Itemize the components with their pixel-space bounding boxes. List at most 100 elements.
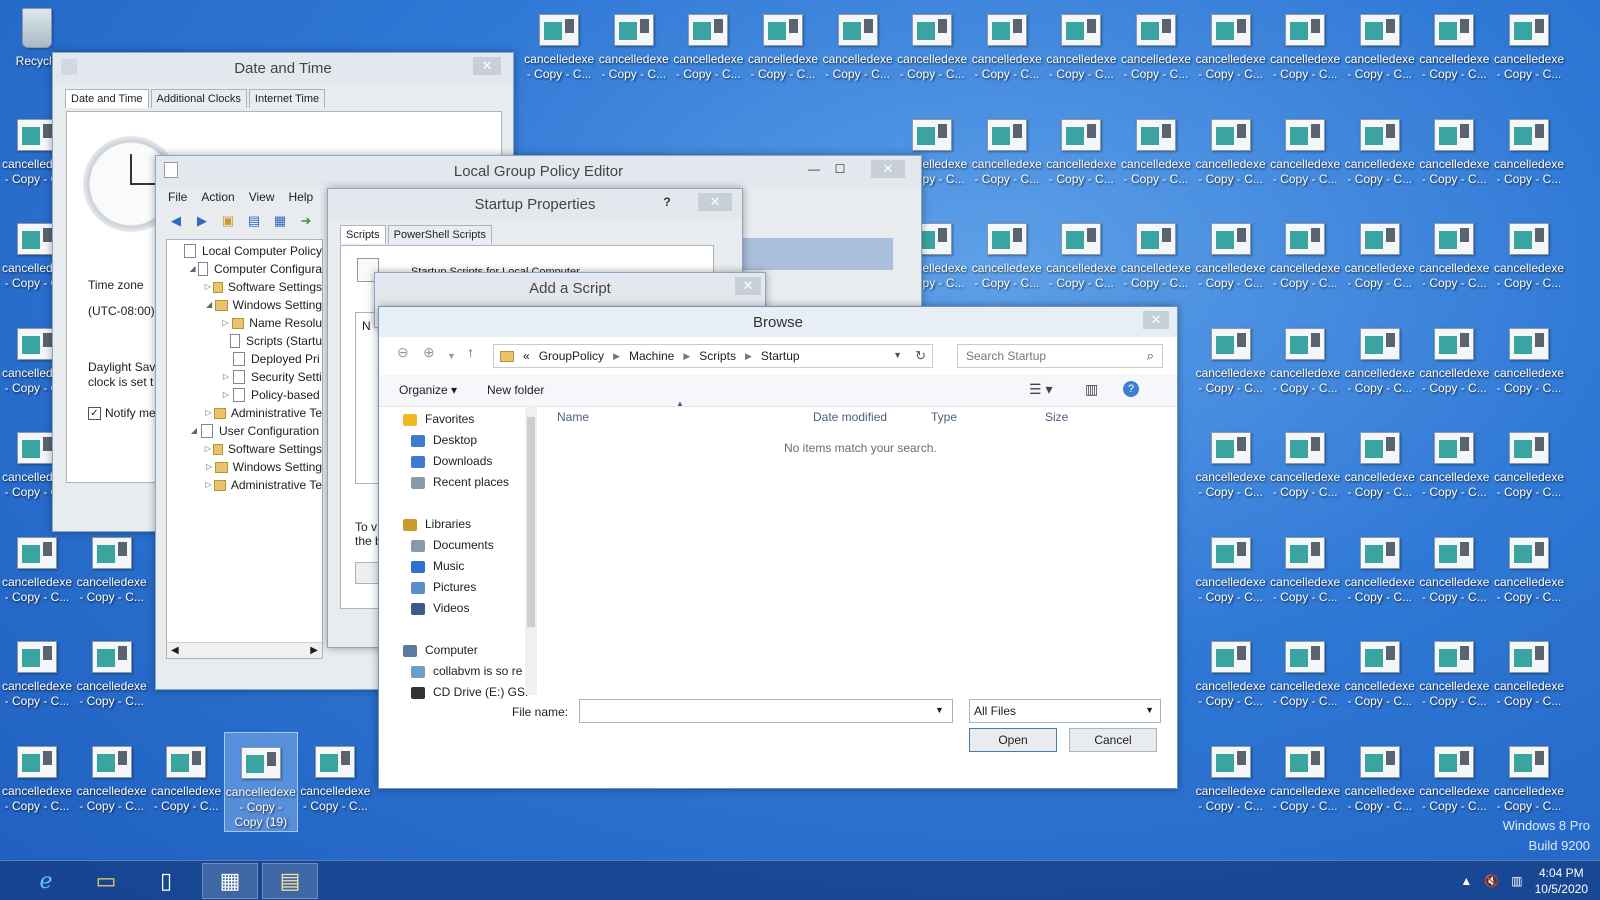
desktop-shortcut[interactable]: cancelledexe - Copy - C...: [1194, 0, 1268, 100]
desktop-shortcut[interactable]: cancelledexe - Copy - C...: [1417, 732, 1491, 832]
expand-toggle-icon[interactable]: ▷: [203, 404, 214, 422]
help-button[interactable]: ?: [656, 193, 678, 211]
desktop-shortcut[interactable]: cancelledexe - Copy - Copy (19): [223, 731, 298, 832]
desktop-shortcut[interactable]: cancelledexe - Copy - C...: [0, 523, 74, 623]
desktop-shortcut[interactable]: cancelledexe - Copy - C...: [1343, 105, 1417, 205]
close-button[interactable]: ✕: [473, 57, 501, 75]
up-folder-icon[interactable]: ▣: [218, 212, 238, 230]
scrollbar-thumb[interactable]: [527, 417, 535, 627]
tab-scripts[interactable]: Scripts: [340, 225, 386, 244]
desktop-shortcut[interactable]: cancelledexe - Copy - C...: [1194, 523, 1268, 623]
desktop-shortcut[interactable]: cancelledexe - Copy - C...: [1194, 314, 1268, 414]
tree-item[interactable]: Local Computer Policy: [167, 242, 322, 260]
nav-item[interactable]: CD Drive (E:) GSP: [391, 682, 539, 702]
desktop-shortcut[interactable]: cancelledexe - Copy - C...: [1268, 418, 1342, 518]
desktop-shortcut[interactable]: cancelledexe - Copy - C...: [1492, 209, 1566, 309]
minimize-button[interactable]: —: [803, 160, 825, 178]
cancel-button[interactable]: Cancel: [1069, 728, 1157, 752]
back-button[interactable]: ⊖: [397, 344, 409, 361]
date-and-time-titlebar[interactable]: Date and Time ✕: [53, 53, 513, 83]
desktop-shortcut[interactable]: cancelledexe - Copy - C...: [1417, 523, 1491, 623]
navigation-pane-scrollbar[interactable]: [525, 405, 537, 695]
expand-toggle-icon[interactable]: ▷: [219, 386, 233, 404]
tab-additional-clocks[interactable]: Additional Clocks: [150, 89, 247, 108]
column-header-name[interactable]: Name: [557, 410, 589, 424]
show-hide-tree-icon[interactable]: ▤: [244, 212, 264, 230]
tree-item[interactable]: ▷ Policy-based: [167, 386, 322, 404]
menu-action[interactable]: Action: [201, 190, 234, 204]
desktop-shortcut[interactable]: cancelledexe - Copy - C...: [1119, 105, 1193, 205]
desktop-shortcut[interactable]: cancelledexe - Copy - C...: [1119, 0, 1193, 100]
desktop-shortcut[interactable]: cancelledexe - Copy - C...: [298, 732, 372, 832]
desktop-shortcut[interactable]: cancelledexe - Copy - C...: [1492, 314, 1566, 414]
desktop-shortcut[interactable]: cancelledexe - Copy - C...: [1044, 0, 1118, 100]
file-name-dropdown-icon[interactable]: ▼: [935, 705, 944, 715]
breadcrumb-overflow[interactable]: «: [523, 349, 530, 363]
preview-pane-icon[interactable]: ▥: [1085, 381, 1098, 398]
nav-item[interactable]: collabvm is so re: [391, 661, 539, 682]
startup-properties-titlebar[interactable]: Startup Properties ? ✕: [328, 189, 742, 219]
breadcrumb-scripts[interactable]: Scripts: [699, 349, 736, 363]
breadcrumb-startup[interactable]: Startup: [761, 349, 800, 363]
desktop-shortcut[interactable]: cancelledexe - Copy - C...: [1268, 105, 1342, 205]
nav-item[interactable]: Downloads: [391, 451, 539, 472]
tab-date-and-time[interactable]: Date and Time: [65, 89, 149, 108]
search-icon[interactable]: ⌕: [1147, 348, 1154, 364]
desktop-shortcut[interactable]: cancelledexe - Copy - C...: [1492, 0, 1566, 100]
file-type-select[interactable]: All Files ▼: [969, 699, 1161, 723]
show-hidden-icons-icon[interactable]: ▲: [1460, 874, 1472, 888]
up-one-level-icon[interactable]: ↑: [467, 344, 474, 360]
close-button[interactable]: ✕: [1143, 311, 1169, 329]
desktop-shortcut[interactable]: cancelledexe - Copy - C...: [1343, 627, 1417, 727]
tree-item[interactable]: ▷ Name Resolu: [167, 314, 322, 332]
desktop-shortcut[interactable]: cancelledexe - Copy - C...: [1417, 627, 1491, 727]
nav-item[interactable]: Libraries: [391, 514, 539, 535]
nav-item[interactable]: Favorites: [391, 409, 539, 430]
refresh-icon[interactable]: ↻: [915, 348, 926, 364]
add-script-titlebar[interactable]: Add a Script ✕: [375, 273, 765, 303]
expand-toggle-icon[interactable]: ◢: [187, 422, 201, 440]
tab-internet-time[interactable]: Internet Time: [248, 89, 326, 108]
notify-checkbox-row[interactable]: ✓ Notify me: [88, 406, 156, 420]
column-header-size[interactable]: Size: [1045, 410, 1068, 424]
taskbar-clock[interactable]: 4:04 PM 10/5/2020: [1535, 865, 1588, 897]
desktop-shortcut[interactable]: cancelledexe - Copy - C...: [1268, 314, 1342, 414]
desktop-shortcut[interactable]: cancelledexe - Copy - C...: [1268, 0, 1342, 100]
nav-item[interactable]: Desktop: [391, 430, 539, 451]
nav-item[interactable]: Computer: [391, 640, 539, 661]
menu-file[interactable]: File: [168, 190, 187, 204]
policy-tree[interactable]: Local Computer Policy ◢ Computer Configura…: [166, 239, 323, 659]
export-list-icon[interactable]: ➜: [296, 212, 316, 230]
nav-item[interactable]: Documents: [391, 535, 539, 556]
breadcrumb-machine[interactable]: Machine: [629, 349, 674, 363]
desktop-shortcut[interactable]: cancelledexe - Copy - C...: [1343, 0, 1417, 100]
desktop-shortcut[interactable]: cancelledexe - Copy - C...: [75, 732, 149, 832]
desktop-shortcut[interactable]: cancelledexe - Copy - C...: [1194, 209, 1268, 309]
desktop-shortcut[interactable]: cancelledexe - Copy - C...: [1268, 209, 1342, 309]
tree-item[interactable]: ▷ Windows Setting: [167, 458, 322, 476]
tree-item[interactable]: ▷ Software Settings: [167, 440, 322, 458]
expand-toggle-icon[interactable]: ▷: [203, 440, 213, 458]
desktop-shortcut[interactable]: cancelledexe - Copy - C...: [75, 523, 149, 623]
expand-toggle-icon[interactable]: ▷: [203, 476, 214, 494]
maximize-button[interactable]: ☐: [829, 160, 851, 178]
breadcrumb-grouppolicy[interactable]: GroupPolicy: [539, 349, 604, 363]
tab-powershell-scripts[interactable]: PowerShell Scripts: [387, 225, 492, 244]
expand-toggle-icon[interactable]: ▷: [203, 278, 213, 296]
navigation-pane[interactable]: Favorites Desktop Downloads Recent places Li…: [391, 407, 539, 702]
file-name-input[interactable]: [579, 699, 953, 723]
speaker-muted-icon[interactable]: 🔇: [1484, 874, 1499, 888]
tree-item[interactable]: Deployed Pri: [167, 350, 322, 368]
desktop-shortcut[interactable]: cancelledexe - Copy - C...: [895, 0, 969, 100]
desktop-shortcut[interactable]: cancelledexe - Copy - C...: [746, 0, 820, 100]
tree-item[interactable]: ▷ Security Setti: [167, 368, 322, 386]
desktop-shortcut[interactable]: cancelledexe - Copy - C...: [1343, 209, 1417, 309]
close-button[interactable]: ✕: [735, 277, 761, 295]
desktop-shortcut[interactable]: cancelledexe - Copy - C...: [1343, 314, 1417, 414]
network-icon[interactable]: ▥: [1511, 874, 1522, 888]
desktop-shortcut[interactable]: cancelledexe - Copy - C...: [1119, 209, 1193, 309]
notify-checkbox[interactable]: ✓: [88, 406, 101, 420]
nav-item[interactable]: Videos: [391, 598, 539, 619]
notepad-taskbar-icon[interactable]: ▤: [262, 863, 318, 899]
desktop-shortcut[interactable]: cancelledexe - Copy - C...: [1492, 627, 1566, 727]
